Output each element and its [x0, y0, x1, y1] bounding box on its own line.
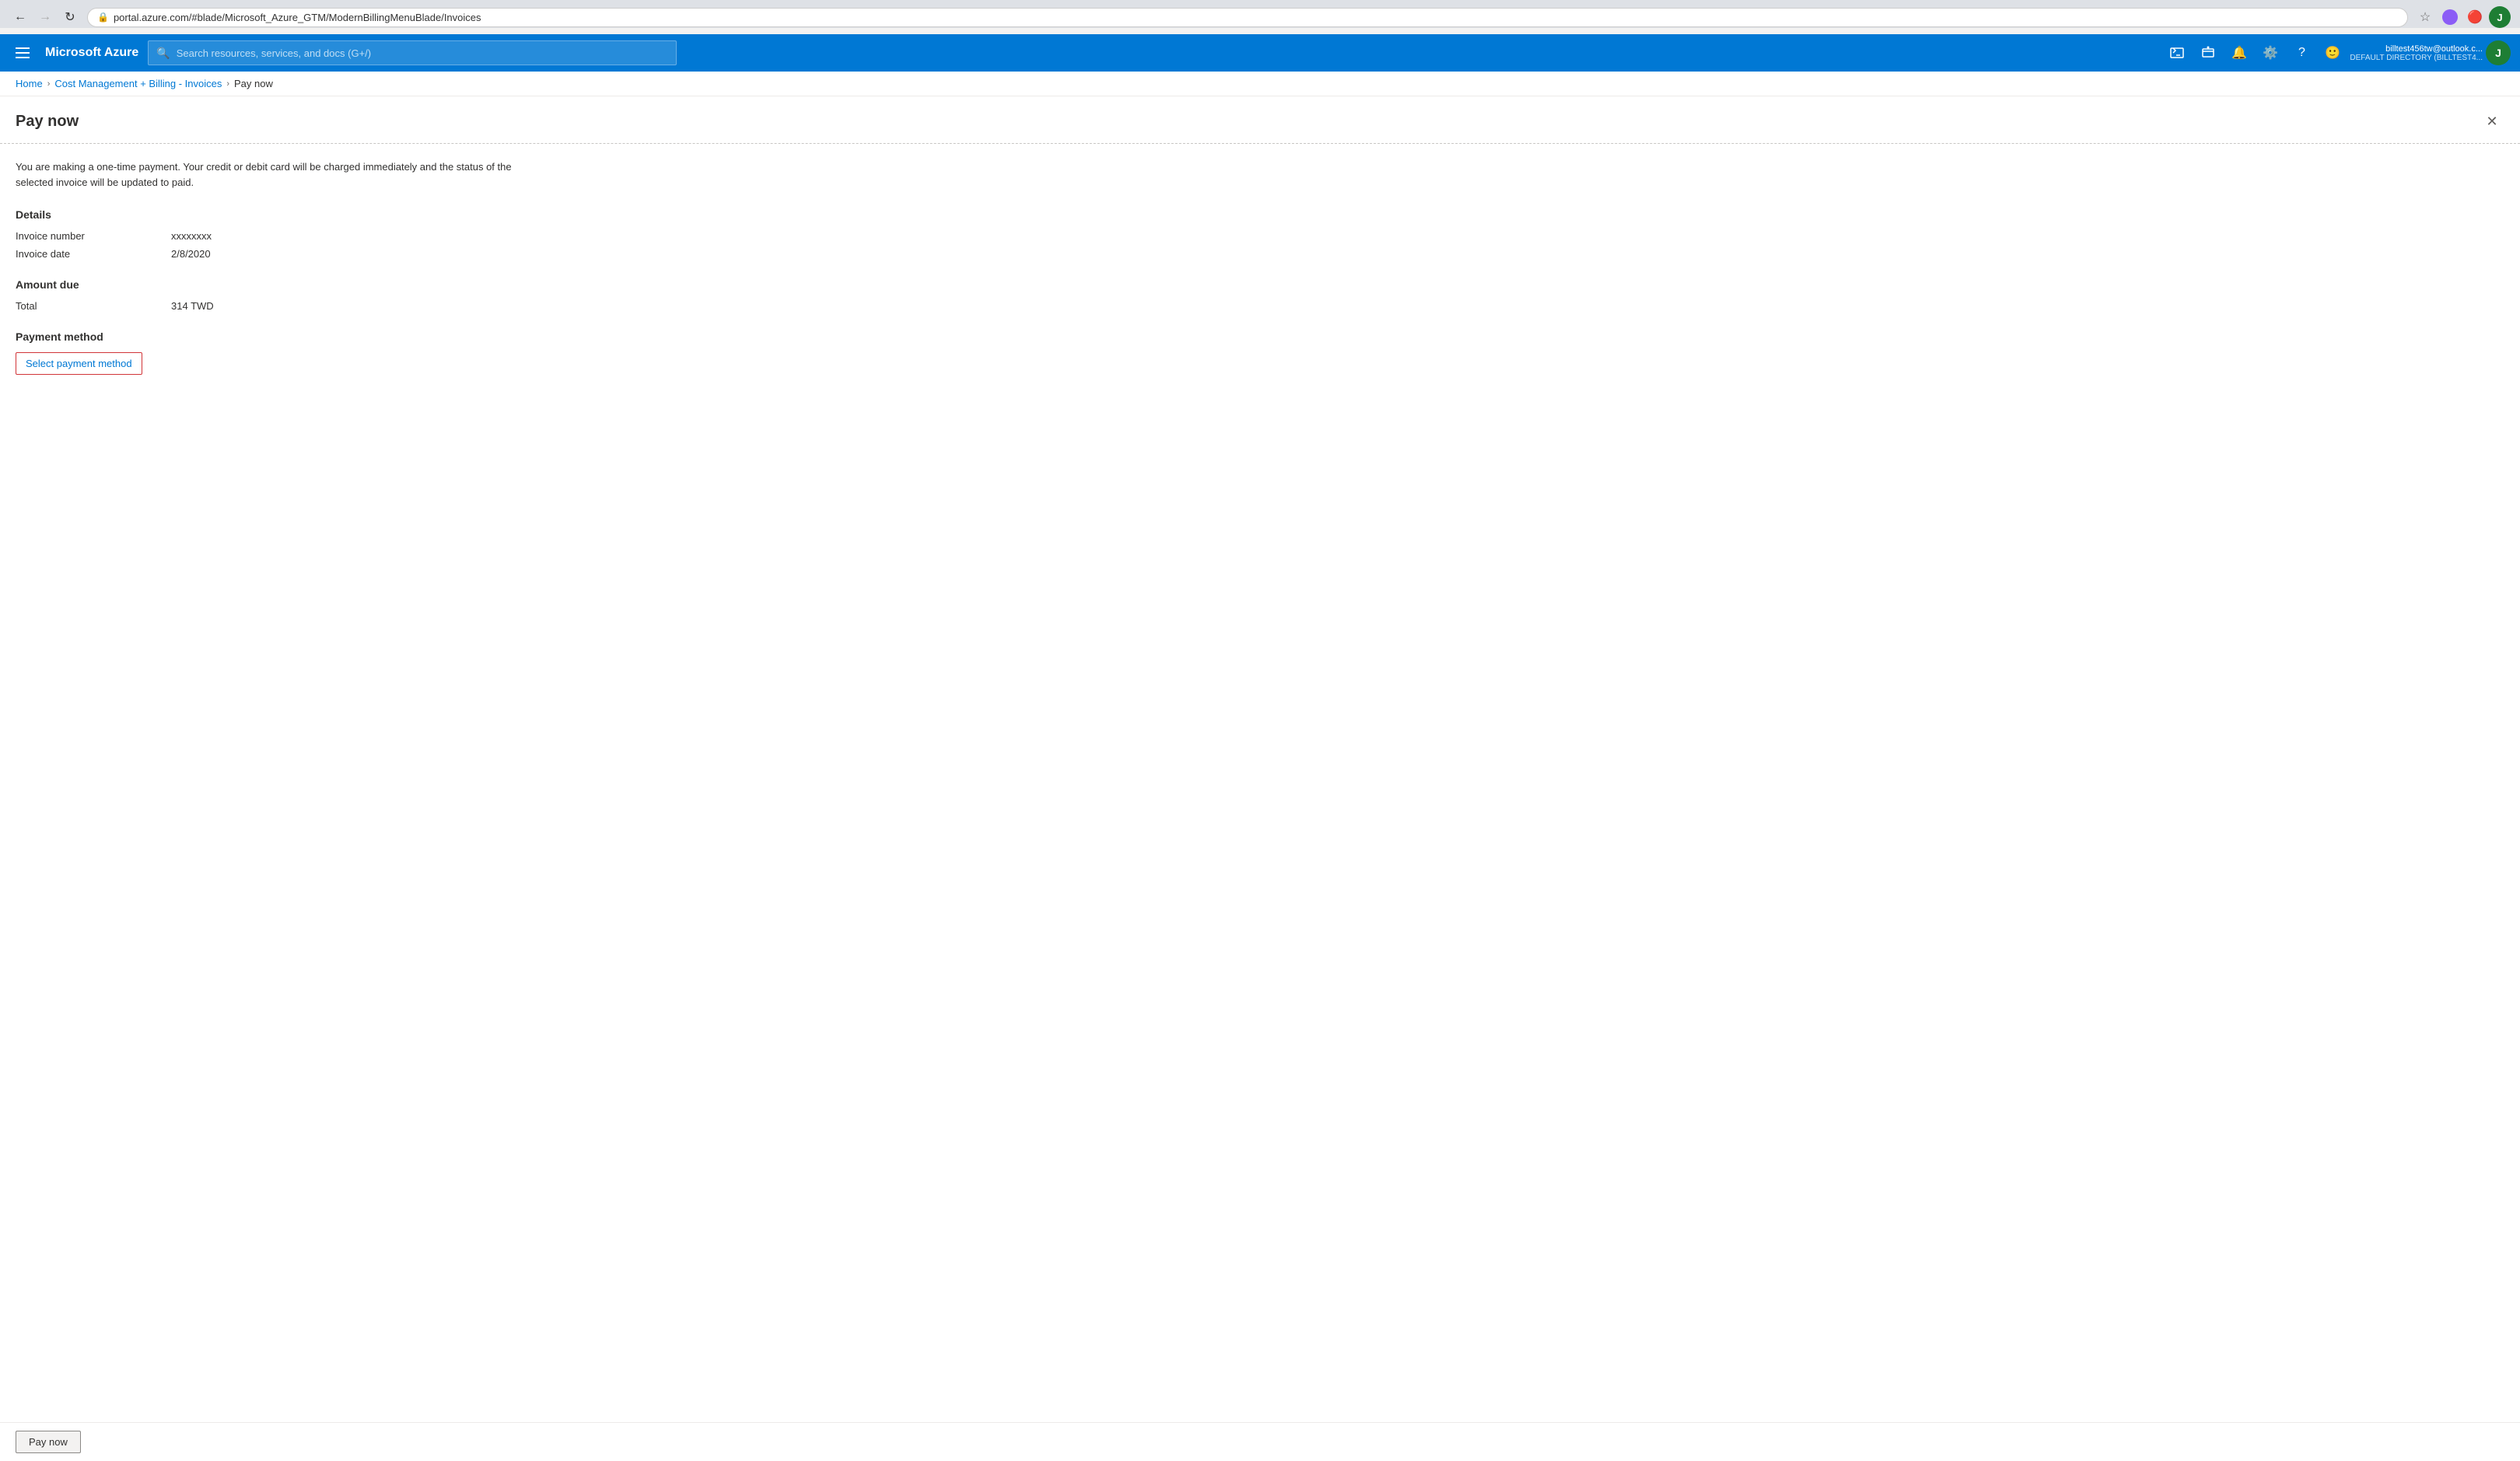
browser-toolbar: ← → ↻ 🔒 portal.azure.com/#blade/Microsof…: [9, 6, 2511, 28]
user-avatar-browser[interactable]: J: [2489, 6, 2511, 28]
user-directory: DEFAULT DIRECTORY (BILLTEST4...: [2350, 54, 2483, 62]
amount-grid: Total 314 TWD: [16, 300, 2504, 312]
settings-button[interactable]: ⚙️: [2256, 39, 2284, 67]
payment-method-section: Payment method Select payment method: [16, 330, 2504, 375]
directory-button[interactable]: [2194, 39, 2222, 67]
notifications-button[interactable]: 🔔: [2225, 39, 2253, 67]
hamburger-line-2: [16, 52, 30, 54]
browser-chrome: ← → ↻ 🔒 portal.azure.com/#blade/Microsof…: [0, 0, 2520, 28]
total-value: 314 TWD: [171, 300, 2504, 312]
help-button[interactable]: ?: [2287, 39, 2315, 67]
feedback-button[interactable]: 🙂: [2319, 39, 2347, 67]
search-icon: 🔍: [156, 47, 170, 60]
breadcrumb-sep-2: ›: [226, 79, 229, 89]
azure-topnav: Microsoft Azure 🔍 🔔 ⚙️ ? 🙂 billtest456tw…: [0, 34, 2520, 72]
breadcrumb-current: Pay now: [234, 78, 273, 89]
breadcrumb-section[interactable]: Cost Management + Billing - Invoices: [54, 78, 222, 89]
azure-search-bar[interactable]: 🔍: [148, 40, 677, 65]
azure-logo: Microsoft Azure: [45, 46, 138, 60]
info-text: You are making a one-time payment. Your …: [16, 159, 513, 190]
breadcrumb-sep-1: ›: [47, 79, 51, 89]
back-button[interactable]: ←: [9, 6, 31, 28]
select-payment-button[interactable]: Select payment method: [16, 352, 142, 375]
address-bar[interactable]: 🔒 portal.azure.com/#blade/Microsoft_Azur…: [87, 8, 2408, 27]
profile-extension-button[interactable]: [2439, 6, 2461, 28]
breadcrumb: Home › Cost Management + Billing - Invoi…: [0, 72, 2520, 96]
browser-actions: ☆ 🔴 J: [2414, 6, 2511, 28]
invoice-date-value: 2/8/2020: [171, 248, 2504, 260]
profile-icon: [2442, 9, 2458, 25]
browser-nav-buttons: ← → ↻: [9, 6, 81, 28]
user-info: billtest456tw@outlook.c... DEFAULT DIREC…: [2350, 44, 2483, 62]
breadcrumb-home[interactable]: Home: [16, 78, 43, 89]
panel-header: Pay now ✕: [0, 96, 2520, 144]
hamburger-line-3: [16, 57, 30, 58]
details-section-title: Details: [16, 208, 2504, 221]
user-email: billtest456tw@outlook.c...: [2350, 44, 2483, 54]
amount-due-title: Amount due: [16, 278, 2504, 291]
extension-button[interactable]: 🔴: [2464, 6, 2486, 28]
reload-button[interactable]: ↻: [59, 6, 81, 28]
hamburger-menu-button[interactable]: [9, 41, 36, 65]
azure-nav-icons: 🔔 ⚙️ ? 🙂 billtest456tw@outlook.c... DEFA…: [2163, 39, 2511, 67]
panel-footer: Pay now: [0, 1422, 2520, 1461]
panel-body: You are making a one-time payment. Your …: [0, 144, 2520, 409]
lock-icon: 🔒: [97, 12, 109, 23]
amount-due-section: Amount due Total 314 TWD: [16, 278, 2504, 312]
invoice-date-label: Invoice date: [16, 248, 171, 260]
close-button[interactable]: ✕: [2480, 109, 2504, 134]
invoice-number-label: Invoice number: [16, 230, 171, 242]
panel-title: Pay now: [16, 113, 79, 131]
search-input[interactable]: [177, 47, 669, 59]
details-grid: Invoice number xxxxxxxx Invoice date 2/8…: [16, 230, 2504, 260]
user-info-text: billtest456tw@outlook.c... DEFAULT DIREC…: [2350, 44, 2483, 62]
forward-button[interactable]: →: [34, 6, 56, 28]
cloud-shell-button[interactable]: [2163, 39, 2191, 67]
payment-method-title: Payment method: [16, 330, 2504, 343]
user-avatar-azure[interactable]: J: [2486, 40, 2511, 65]
main-content: Home › Cost Management + Billing - Invoi…: [0, 72, 2520, 1435]
url-text: portal.azure.com/#blade/Microsoft_Azure_…: [114, 12, 481, 23]
hamburger-line-1: [16, 47, 30, 49]
bookmark-button[interactable]: ☆: [2414, 6, 2436, 28]
total-label: Total: [16, 300, 171, 312]
invoice-number-value: xxxxxxxx: [171, 230, 2504, 242]
pay-now-button[interactable]: Pay now: [16, 1431, 81, 1453]
